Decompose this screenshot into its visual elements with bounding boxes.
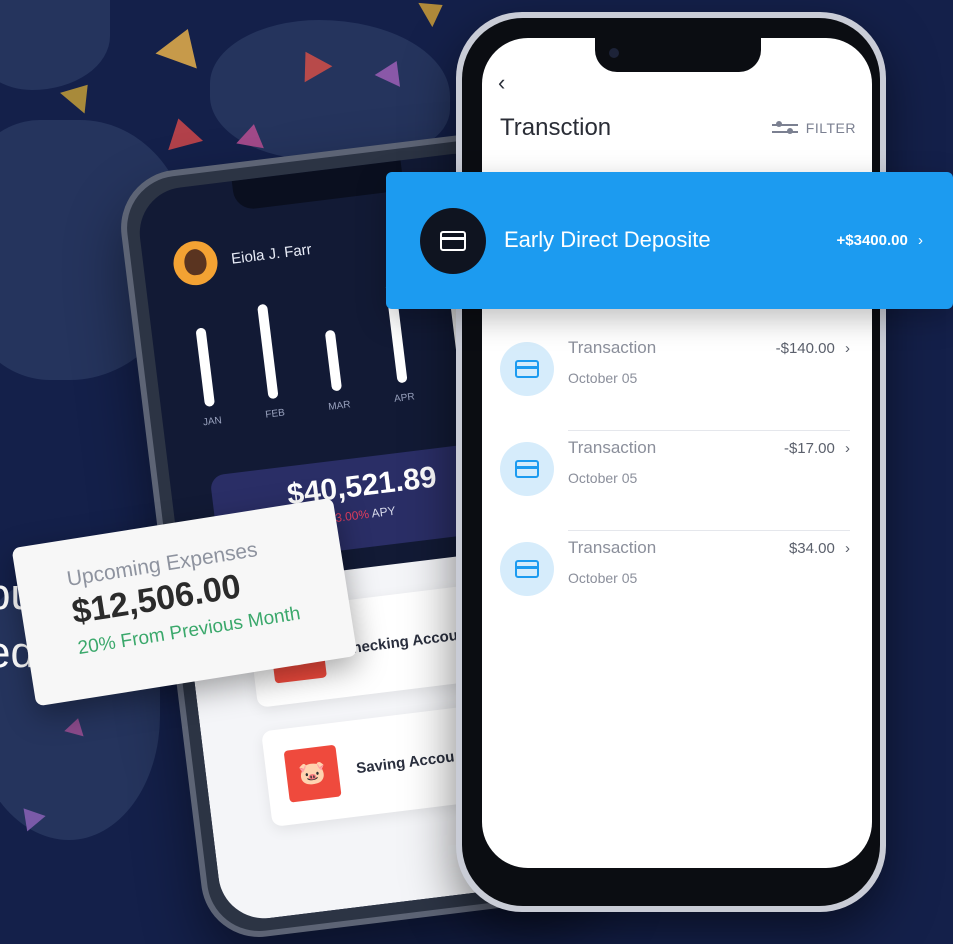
confetti-triangle <box>236 121 268 149</box>
month-bar-column[interactable]: FEB <box>252 303 285 421</box>
amount-value: -$17.00 <box>783 440 835 457</box>
transaction-amount: -$140.00 › <box>776 340 850 357</box>
month-bar-column[interactable]: JAN <box>192 327 223 429</box>
divider <box>568 530 850 531</box>
chevron-right-icon: › <box>845 340 850 357</box>
apy-rate: 3.00% <box>334 506 370 525</box>
credit-card-icon <box>500 542 554 596</box>
camera-icon <box>609 48 619 58</box>
chevron-right-icon: › <box>845 540 850 557</box>
month-bar <box>195 327 216 407</box>
account-name: Saving Accou <box>355 747 456 777</box>
chevron-right-icon: › <box>918 232 923 249</box>
front-phone-frame: ‹ Transction FILTER Transaction October … <box>456 12 886 912</box>
list-item[interactable]: Transaction October 05 $34.00 › <box>500 538 850 638</box>
back-phone-notch <box>231 160 405 211</box>
avatar[interactable] <box>170 238 221 288</box>
transaction-date: October 05 <box>568 370 638 386</box>
divider <box>568 430 850 431</box>
front-phone-screen: ‹ Transction FILTER Transaction October … <box>482 38 872 868</box>
front-phone-notch <box>595 38 761 72</box>
transaction-title: Transaction <box>568 338 657 357</box>
list-item[interactable]: Transaction October 05 -$140.00 › <box>500 338 850 438</box>
transaction-title: Transaction <box>568 438 657 457</box>
apy-label: APY <box>370 503 397 521</box>
month-bar <box>256 303 279 400</box>
deposit-title: Early Direct Deposite <box>504 227 711 252</box>
piggy-bank-icon: 🐷 <box>283 744 342 803</box>
credit-card-icon <box>500 442 554 496</box>
confetti-triangle <box>418 0 450 28</box>
month-label: FEB <box>264 407 286 421</box>
transaction-amount: $34.00 › <box>789 540 850 557</box>
amount-value: -$140.00 <box>775 340 835 357</box>
month-label: APR <box>393 391 416 405</box>
month-bar <box>325 329 343 392</box>
transaction-date: October 05 <box>568 470 638 486</box>
month-label: JAN <box>202 415 223 429</box>
confetti-triangle <box>160 113 204 151</box>
user-header[interactable]: Eiola J. Farr <box>170 227 314 288</box>
filter-label: FILTER <box>805 120 856 136</box>
credit-card-icon <box>500 342 554 396</box>
deposit-amount: +$3400.00 › <box>837 232 924 249</box>
amount-value: $34.00 <box>788 540 835 557</box>
transaction-amount: -$17.00 › <box>784 440 850 457</box>
chevron-right-icon: › <box>845 440 850 457</box>
filter-button[interactable]: FILTER <box>771 120 856 136</box>
user-name: Eiola J. Farr <box>230 240 313 268</box>
confetti-triangle <box>155 21 209 69</box>
early-direct-deposit-banner[interactable]: Early Direct Deposite +$3400.00 › <box>386 172 953 309</box>
front-phone-bezel: ‹ Transction FILTER Transaction October … <box>462 18 880 906</box>
page-title: Transction <box>500 114 612 141</box>
month-bar-column[interactable]: MAR <box>319 329 351 413</box>
list-item[interactable]: Transaction October 05 -$17.00 › <box>500 438 850 538</box>
transaction-title: Transaction <box>568 538 657 557</box>
transaction-date: October 05 <box>568 570 638 586</box>
back-arrow-icon[interactable]: ‹ <box>498 70 505 96</box>
account-name: Checking Accou <box>340 626 459 658</box>
deposit-amount-value: +$3400.00 <box>836 232 908 249</box>
map-continent-shape <box>0 0 110 90</box>
month-label: MAR <box>327 399 352 413</box>
credit-card-icon <box>420 208 486 274</box>
sliders-icon <box>771 121 798 135</box>
